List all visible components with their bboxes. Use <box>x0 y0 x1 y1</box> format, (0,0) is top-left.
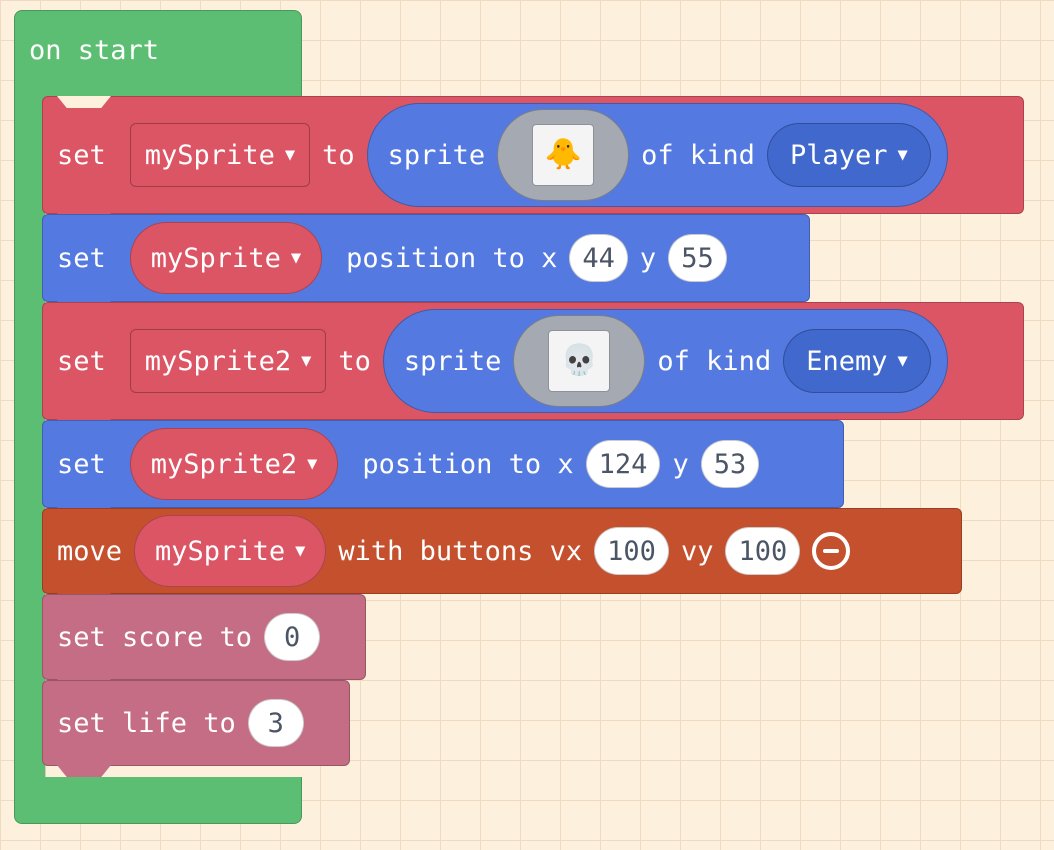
kind-dropdown-enemy[interactable]: Enemy ▼ <box>783 329 931 393</box>
sprite-keyword: sprite <box>387 139 486 171</box>
variable-dropdown-mysprite[interactable]: mySprite ▼ <box>129 222 323 294</box>
set-keyword: set <box>57 242 106 274</box>
sprite-keyword: sprite <box>403 345 502 377</box>
sprite-create-block-player[interactable]: sprite 🐥 of kind Player ▼ <box>366 103 948 207</box>
variable-name: mySprite2 <box>144 345 292 377</box>
with-buttons-vx-keyword: with buttons vx <box>338 535 583 567</box>
skull-sprite-icon: 💀 <box>548 330 611 392</box>
set-position-block-sprite2[interactable]: set mySprite2 ▼ position to x 124 y 53 <box>42 420 844 508</box>
vy-keyword: vy <box>680 535 714 567</box>
kind-name: Player <box>789 139 888 171</box>
of-kind-keyword: of kind <box>657 345 772 377</box>
duck-sprite-icon: 🐥 <box>532 124 595 186</box>
set-life-block[interactable]: set life to 3 <box>42 680 350 766</box>
dropdown-caret-icon: ▼ <box>284 145 296 165</box>
of-kind-keyword: of kind <box>641 139 755 171</box>
move-keyword: move <box>57 535 123 567</box>
set-sprite-player-block[interactable]: set mySprite ▼ to sprite 🐥 of kind Playe… <box>42 96 1024 214</box>
score-value-input[interactable]: 0 <box>264 613 321 661</box>
set-life-label: set life to <box>57 707 236 739</box>
set-score-block[interactable]: set score to 0 <box>42 594 366 680</box>
y-keyword: y <box>672 448 689 480</box>
minus-circle-icon[interactable] <box>812 532 851 570</box>
vx-value-input[interactable]: 100 <box>594 527 669 575</box>
position-to-x-keyword: position to x <box>346 242 558 274</box>
variable-name: mySprite2 <box>150 448 298 480</box>
x-value-input[interactable]: 124 <box>585 440 661 488</box>
sprite-image-picker[interactable]: 💀 <box>513 315 646 407</box>
y-keyword: y <box>639 242 657 274</box>
sprite-create-block-enemy[interactable]: sprite 💀 of kind Enemy ▼ <box>382 309 948 413</box>
variable-name: mySprite <box>144 139 275 171</box>
kind-dropdown-player[interactable]: Player ▼ <box>766 123 931 187</box>
dropdown-caret-icon: ▼ <box>290 248 302 268</box>
set-position-block-sprite1[interactable]: set mySprite ▼ position to x 44 y 55 <box>42 214 810 302</box>
set-keyword: set <box>57 139 106 171</box>
variable-dropdown-mysprite[interactable]: mySprite ▼ <box>129 123 311 187</box>
to-keyword: to <box>322 139 355 171</box>
variable-dropdown-mysprite2[interactable]: mySprite2 ▼ <box>129 428 339 500</box>
dropdown-caret-icon: ▼ <box>897 351 908 371</box>
position-to-x-keyword: position to x <box>362 448 574 480</box>
kind-name: Enemy <box>806 345 888 377</box>
set-keyword: set <box>57 448 106 480</box>
set-score-label: set score to <box>57 621 253 653</box>
variable-dropdown-mysprite2[interactable]: mySprite2 ▼ <box>129 329 327 393</box>
set-keyword: set <box>57 345 106 377</box>
dropdown-caret-icon: ▼ <box>897 145 908 165</box>
move-with-buttons-block[interactable]: move mySprite ▼ with buttons vx 100 vy 1… <box>42 508 962 594</box>
y-value-input[interactable]: 55 <box>668 234 727 282</box>
y-value-input[interactable]: 53 <box>700 440 760 488</box>
variable-name: mySprite <box>155 535 286 567</box>
set-sprite-enemy-block[interactable]: set mySprite2 ▼ to sprite 💀 of kind Enem… <box>42 302 1024 420</box>
sprite-image-picker[interactable]: 🐥 <box>497 109 630 201</box>
on-start-label: on start <box>29 35 160 66</box>
dropdown-caret-icon: ▼ <box>307 454 318 474</box>
x-value-input[interactable]: 44 <box>569 234 628 282</box>
dropdown-caret-icon: ▼ <box>295 541 306 561</box>
to-keyword: to <box>338 345 371 377</box>
variable-name: mySprite <box>150 242 281 274</box>
dropdown-caret-icon: ▼ <box>301 351 312 371</box>
vy-value-input[interactable]: 100 <box>725 527 801 575</box>
variable-dropdown-mysprite[interactable]: mySprite ▼ <box>134 515 327 587</box>
life-value-input[interactable]: 3 <box>247 699 304 747</box>
